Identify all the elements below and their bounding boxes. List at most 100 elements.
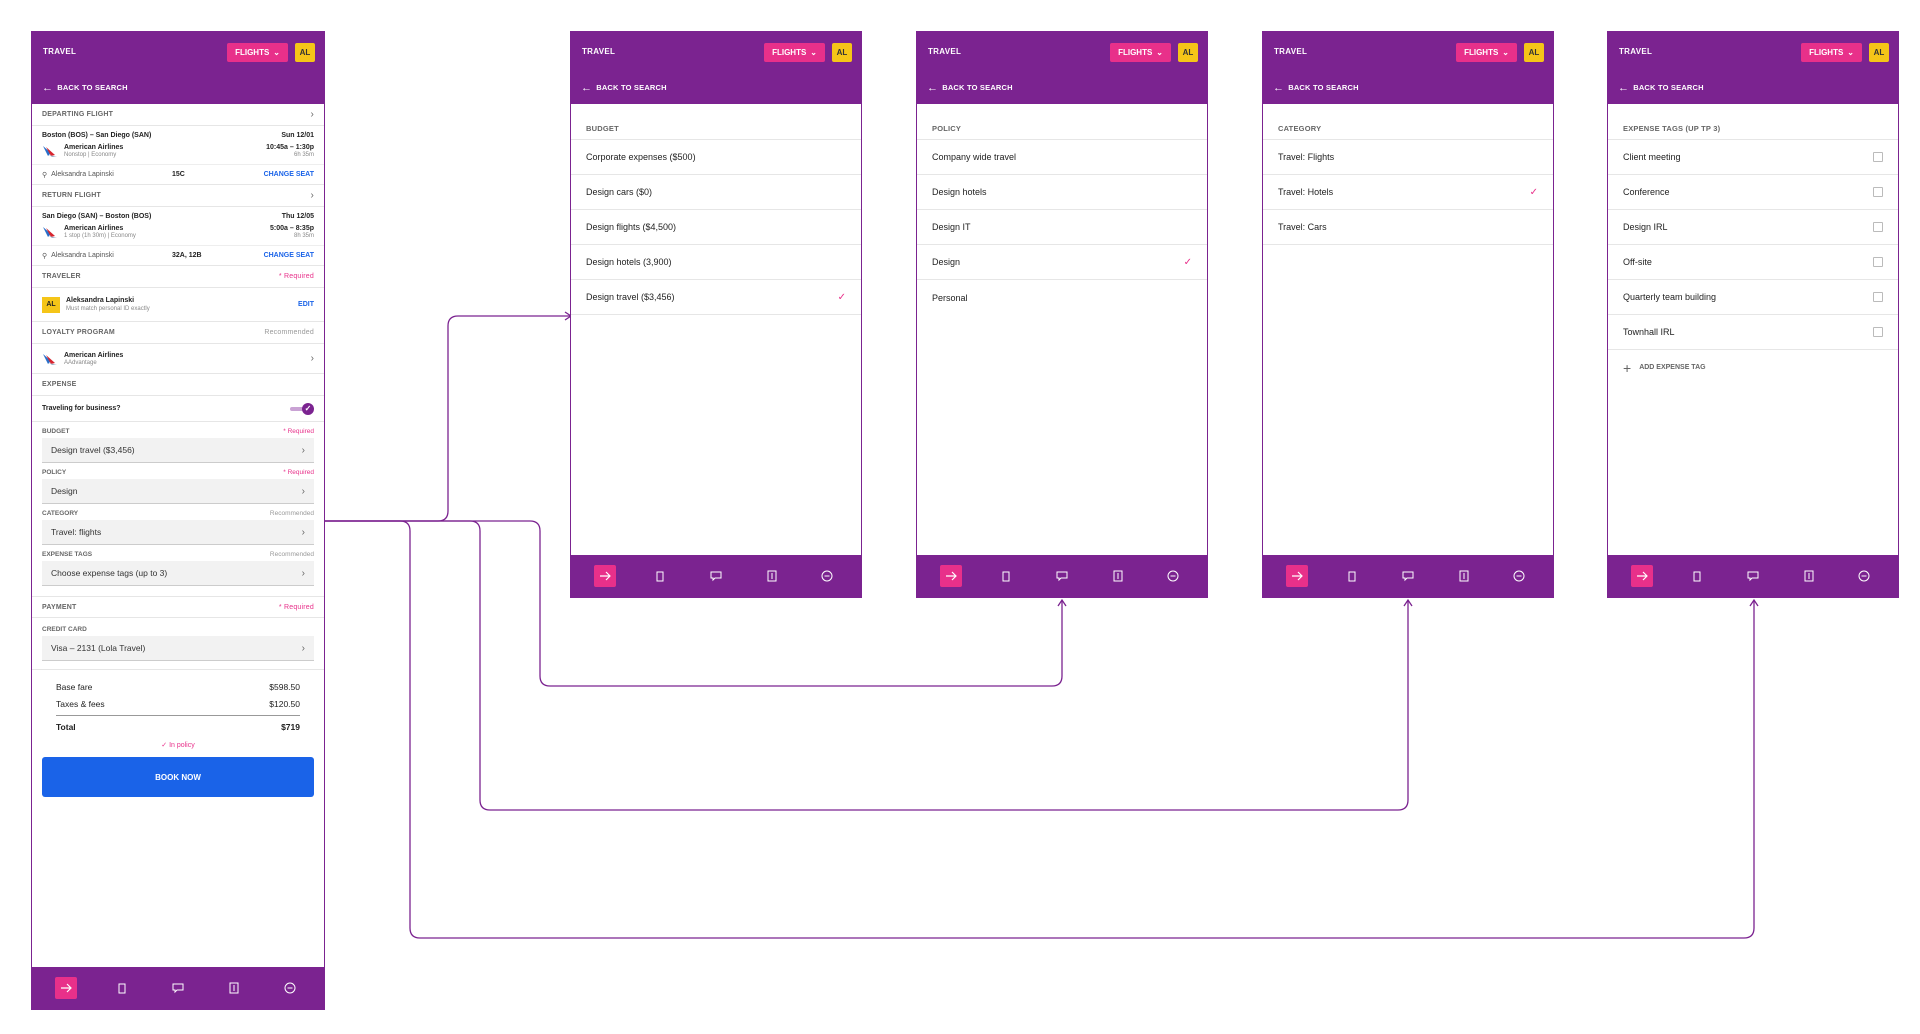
- list-item[interactable]: Design hotels: [917, 175, 1207, 210]
- traveler-header: TRAVELER * Required: [32, 266, 324, 288]
- chat-icon[interactable]: [1397, 565, 1419, 587]
- expense-tags-select[interactable]: Choose expense tags (up to 3) ›: [42, 561, 314, 586]
- receipt-icon[interactable]: [1453, 565, 1475, 587]
- budget-select[interactable]: Design travel ($3,456) ›: [42, 438, 314, 463]
- flights-dropdown[interactable]: FLIGHTS ⌄: [227, 43, 288, 62]
- chat-icon[interactable]: [1051, 565, 1073, 587]
- tag-checkbox[interactable]: [1873, 187, 1883, 197]
- loyalty-program-row[interactable]: American Airlines AAdvantage ›: [32, 344, 324, 374]
- tag-checkbox[interactable]: [1873, 327, 1883, 337]
- receipt-icon[interactable]: [1798, 565, 1820, 587]
- luggage-icon[interactable]: [649, 565, 671, 587]
- flight-icon[interactable]: [939, 565, 962, 587]
- tag-checkbox[interactable]: [1873, 292, 1883, 302]
- back-to-search[interactable]: ← BACK TO SEARCH: [581, 82, 667, 93]
- avatar[interactable]: AL: [295, 43, 315, 62]
- change-seat-button[interactable]: CHANGE SEAT: [264, 252, 314, 259]
- section-title: EXPENSE: [42, 381, 77, 388]
- book-now-button[interactable]: BOOK NOW: [42, 757, 314, 797]
- list-item[interactable]: Travel: Hotels ✓: [1263, 175, 1553, 210]
- list-item[interactable]: Design ✓: [917, 245, 1207, 280]
- avatar[interactable]: AL: [832, 43, 852, 62]
- item-label: Design flights ($4,500): [586, 222, 677, 232]
- chevron-right-icon: ›: [301, 444, 305, 456]
- flight-detail: 1 stop (1h 30m) | Economy: [64, 233, 136, 239]
- loyalty-airline: American Airlines: [64, 351, 124, 359]
- tag-item[interactable]: Quarterly team building: [1608, 280, 1898, 315]
- section-title: PAYMENT: [42, 603, 77, 611]
- tag-checkbox[interactable]: [1873, 152, 1883, 162]
- list-item[interactable]: Corporate expenses ($500): [571, 140, 861, 175]
- flights-dropdown[interactable]: FLIGHTS ⌄: [1110, 43, 1171, 62]
- luggage-icon[interactable]: [1686, 565, 1708, 587]
- flight-duration: 8h 35m: [293, 233, 314, 239]
- list-item[interactable]: Personal: [917, 280, 1207, 315]
- list-item[interactable]: Design cars ($0): [571, 175, 861, 210]
- receipt-icon[interactable]: [223, 977, 245, 999]
- flight-icon[interactable]: [1285, 565, 1308, 587]
- tag-item[interactable]: Off-site: [1608, 245, 1898, 280]
- add-expense-tag-button[interactable]: + ADD EXPENSE TAG: [1608, 350, 1898, 385]
- business-toggle[interactable]: ✓: [290, 402, 314, 415]
- tag-item[interactable]: Client meeting: [1608, 140, 1898, 175]
- arrow-left-icon: ←: [1273, 81, 1285, 94]
- tag-checkbox[interactable]: [1873, 257, 1883, 267]
- person-icon: ⚲: [42, 252, 48, 260]
- luggage-icon[interactable]: [995, 565, 1017, 587]
- flight-icon[interactable]: [55, 977, 77, 999]
- return-seat-row: ⚲ Aleksandra Lapinski 32A, 12B CHANGE SEA…: [32, 246, 324, 266]
- back-to-search[interactable]: ← BACK TO SEARCH: [42, 82, 128, 93]
- receipt-icon[interactable]: [761, 565, 783, 587]
- tag-checkbox[interactable]: [1873, 222, 1883, 232]
- chat-icon[interactable]: [167, 977, 189, 999]
- back-to-search[interactable]: ← BACK TO SEARCH: [927, 82, 1013, 93]
- list-item[interactable]: Design travel ($3,456) ✓: [571, 280, 861, 315]
- item-label: Company wide travel: [932, 152, 1017, 162]
- list-item[interactable]: Company wide travel: [917, 140, 1207, 175]
- person-icon: ⚲: [42, 171, 48, 179]
- list-item[interactable]: Design hotels (3,900): [571, 245, 861, 280]
- list-item[interactable]: Travel: Flights: [1263, 140, 1553, 175]
- chat-icon[interactable]: [1742, 565, 1764, 587]
- item-label: Client meeting: [1623, 152, 1681, 162]
- category-select[interactable]: Travel: flights ›: [42, 520, 314, 545]
- list-item[interactable]: Design IT: [917, 210, 1207, 245]
- edit-traveler-button[interactable]: EDIT: [298, 301, 314, 308]
- more-icon[interactable]: [816, 565, 838, 587]
- more-icon[interactable]: [279, 977, 301, 999]
- bottom-nav: [1608, 555, 1898, 597]
- flight-icon[interactable]: [1630, 565, 1653, 587]
- change-seat-button[interactable]: CHANGE SEAT: [264, 171, 314, 178]
- avatar[interactable]: AL: [1178, 43, 1198, 62]
- avatar[interactable]: AL: [1869, 43, 1889, 62]
- chevron-down-icon: ⌄: [1847, 48, 1854, 57]
- receipt-icon[interactable]: [1107, 565, 1129, 587]
- tag-item[interactable]: Design IRL: [1608, 210, 1898, 245]
- luggage-icon[interactable]: [1341, 565, 1363, 587]
- flights-dropdown[interactable]: FLIGHTS ⌄: [1801, 43, 1862, 62]
- flights-dropdown[interactable]: FLIGHTS ⌄: [764, 43, 825, 62]
- chat-icon[interactable]: [705, 565, 727, 587]
- credit-card-select[interactable]: Visa – 2131 (Lola Travel) ›: [42, 636, 314, 661]
- return-flight-header[interactable]: RETURN FLIGHT ›: [32, 185, 324, 207]
- departing-flight-header[interactable]: DEPARTING FLIGHT ›: [32, 104, 324, 126]
- item-label: Design IRL: [1623, 222, 1668, 232]
- more-icon[interactable]: [1162, 565, 1184, 587]
- tag-item[interactable]: Conference: [1608, 175, 1898, 210]
- flights-dropdown[interactable]: FLIGHTS ⌄: [1456, 43, 1517, 62]
- more-icon[interactable]: [1508, 565, 1530, 587]
- tags-value: Choose expense tags (up to 3): [51, 568, 168, 578]
- back-to-search[interactable]: ← BACK TO SEARCH: [1618, 82, 1704, 93]
- avatar[interactable]: AL: [1524, 43, 1544, 62]
- flight-icon[interactable]: [593, 565, 616, 587]
- list-item[interactable]: Design flights ($4,500): [571, 210, 861, 245]
- more-icon[interactable]: [1853, 565, 1875, 587]
- item-label: Quarterly team building: [1623, 292, 1717, 302]
- policy-select[interactable]: Design ›: [42, 479, 314, 504]
- back-to-search[interactable]: ← BACK TO SEARCH: [1273, 81, 1359, 94]
- list-item[interactable]: Travel: Cars: [1263, 210, 1553, 245]
- list-header: BUDGET: [571, 118, 861, 140]
- tag-item[interactable]: Townhall IRL: [1608, 315, 1898, 350]
- back-label: BACK TO SEARCH: [942, 83, 1013, 92]
- luggage-icon[interactable]: [111, 977, 133, 999]
